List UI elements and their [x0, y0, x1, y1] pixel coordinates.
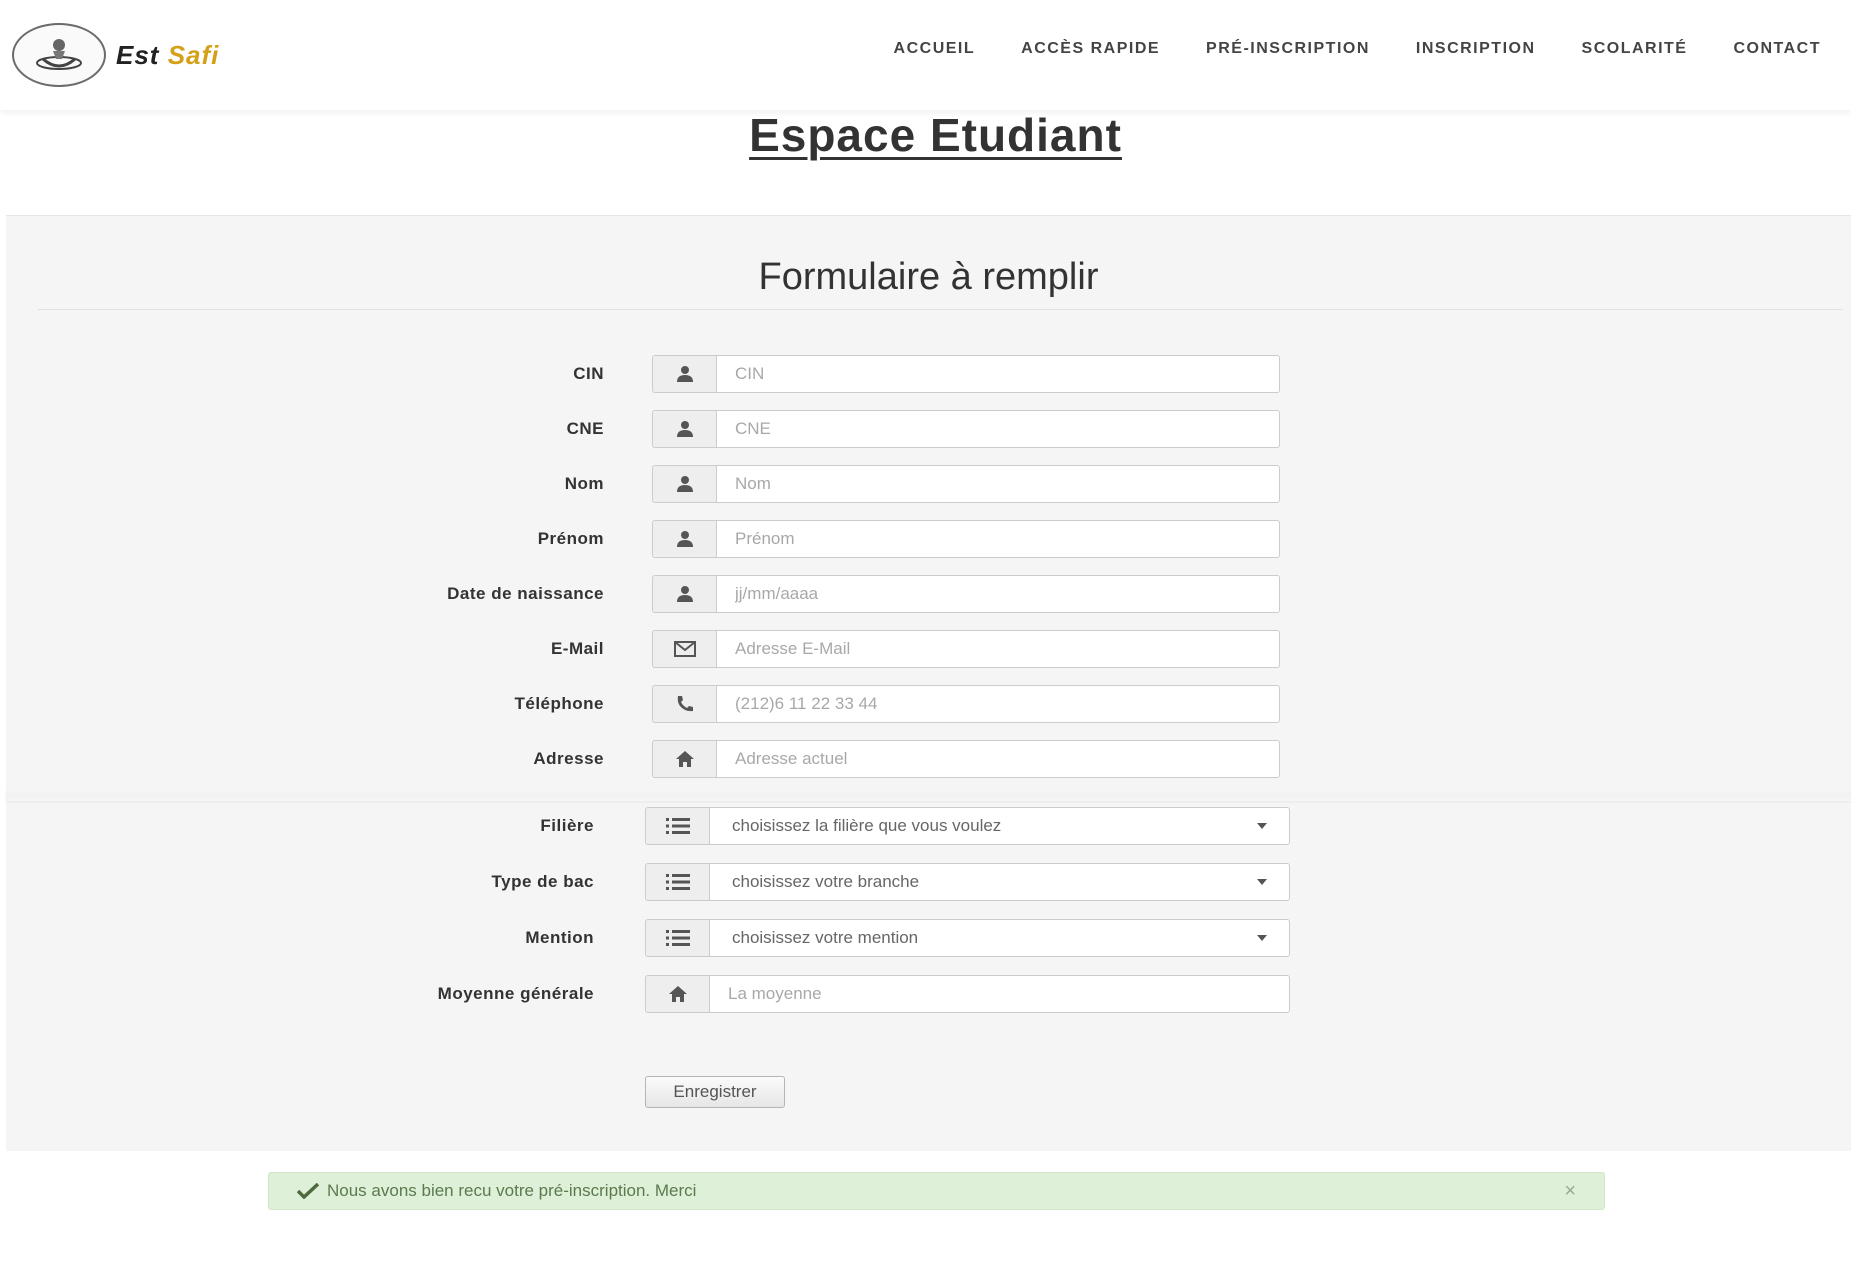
type-bac-selected-value: choisissez votre branche — [732, 872, 920, 891]
user-icon — [652, 520, 716, 558]
logo-text: Est Safi — [116, 39, 220, 70]
chevron-down-icon — [1257, 823, 1267, 829]
cin-input[interactable] — [716, 355, 1280, 393]
home-icon — [652, 740, 716, 778]
field-label: CNE — [566, 419, 604, 438]
email-input-group — [652, 630, 1280, 668]
user-icon — [652, 575, 716, 613]
field-label: Filière — [540, 816, 594, 835]
prenom-input-group — [652, 520, 1280, 558]
site-logo[interactable]: Est Safi — [12, 22, 219, 88]
form-row-prenom: Prénom — [0, 520, 1280, 558]
nav-scolarite[interactable]: SCOLARITÉ — [1582, 40, 1688, 58]
nom-input[interactable] — [716, 465, 1280, 503]
form-row-filiere: Filière choisissez la filière que vous v… — [0, 807, 1290, 845]
chevron-down-icon — [1257, 935, 1267, 941]
mention-select[interactable]: choisissez votre mention — [709, 919, 1290, 957]
user-icon — [652, 410, 716, 448]
field-label: Adresse — [533, 749, 604, 768]
close-icon[interactable]: × — [1564, 1181, 1576, 1201]
panel-seam — [6, 791, 1851, 801]
form-row-email: E-Mail — [0, 630, 1280, 668]
filiere-select-group: choisissez la filière que vous voulez — [645, 807, 1290, 845]
form-row-type-bac: Type de bac choisissez votre branche — [0, 863, 1290, 901]
user-icon — [652, 465, 716, 503]
field-label: Téléphone — [514, 694, 604, 713]
moyenne-input-group — [645, 975, 1290, 1013]
date-naissance-input[interactable] — [716, 575, 1280, 613]
field-label: E-Mail — [550, 639, 604, 658]
field-label: Prénom — [537, 529, 604, 548]
success-alert: Nous avons bien recu votre pré-inscripti… — [268, 1172, 1605, 1210]
envelope-icon — [652, 630, 716, 668]
list-icon — [645, 863, 709, 901]
nom-input-group — [652, 465, 1280, 503]
cne-input-group — [652, 410, 1280, 448]
phone-icon — [652, 685, 716, 723]
field-label: Date de naissance — [447, 584, 604, 603]
field-label: Moyenne générale — [437, 984, 594, 1003]
main-nav: ACCUEIL ACCÈS RAPIDE PRÉ-INSCRIPTION INS… — [848, 40, 1821, 58]
mention-selected-value: choisissez votre mention — [732, 928, 919, 947]
list-icon — [645, 807, 709, 845]
form-row-cin: CIN — [0, 355, 1280, 393]
form-row-telephone: Téléphone — [0, 685, 1280, 723]
type-bac-select-group: choisissez votre branche — [645, 863, 1290, 901]
prenom-input[interactable] — [716, 520, 1280, 558]
check-icon — [297, 1183, 319, 1199]
telephone-input[interactable] — [716, 685, 1280, 723]
filiere-select[interactable]: choisissez la filière que vous voulez — [709, 807, 1290, 845]
type-bac-select[interactable]: choisissez votre branche — [709, 863, 1290, 901]
cin-input-group — [652, 355, 1280, 393]
field-label: Nom — [564, 474, 604, 493]
telephone-input-group — [652, 685, 1280, 723]
email-input[interactable] — [716, 630, 1280, 668]
form-divider — [38, 309, 1843, 310]
user-icon — [652, 355, 716, 393]
filiere-selected-value: choisissez la filière que vous voulez — [732, 816, 1002, 835]
nav-contact[interactable]: CONTACT — [1733, 40, 1821, 58]
form-title: Formulaire à remplir — [758, 256, 1099, 298]
list-icon — [645, 919, 709, 957]
save-button[interactable]: Enregistrer — [645, 1076, 785, 1108]
form-row-mention: Mention choisissez votre mention — [0, 919, 1290, 957]
alert-message: Nous avons bien recu votre pré-inscripti… — [327, 1181, 697, 1200]
field-label: CIN — [573, 364, 604, 383]
field-label: Type de bac — [491, 872, 594, 891]
form-row-date-naissance: Date de naissance — [0, 575, 1280, 613]
nav-acces-rapide[interactable]: ACCÈS RAPIDE — [1021, 40, 1160, 58]
form-row-adresse: Adresse — [0, 740, 1280, 778]
form-row-moyenne: Moyenne générale — [0, 975, 1290, 1013]
adresse-input[interactable] — [716, 740, 1280, 778]
nav-accueil[interactable]: ACCUEIL — [894, 40, 976, 58]
home-icon — [645, 975, 709, 1013]
form-row-nom: Nom — [0, 465, 1280, 503]
cne-input[interactable] — [716, 410, 1280, 448]
mention-select-group: choisissez votre mention — [645, 919, 1290, 957]
moyenne-input[interactable] — [709, 975, 1290, 1013]
logo-emblem-icon — [12, 23, 106, 87]
nav-inscription[interactable]: INSCRIPTION — [1416, 40, 1536, 58]
chevron-down-icon — [1257, 879, 1267, 885]
date-naissance-input-group — [652, 575, 1280, 613]
adresse-input-group — [652, 740, 1280, 778]
field-label: Mention — [525, 928, 594, 947]
page-title: Espace Etudiant — [749, 109, 1122, 161]
site-header: Est Safi ACCUEIL ACCÈS RAPIDE PRÉ-INSCRI… — [0, 0, 1851, 110]
nav-pre-inscription[interactable]: PRÉ-INSCRIPTION — [1206, 40, 1370, 58]
form-row-cne: CNE — [0, 410, 1280, 448]
